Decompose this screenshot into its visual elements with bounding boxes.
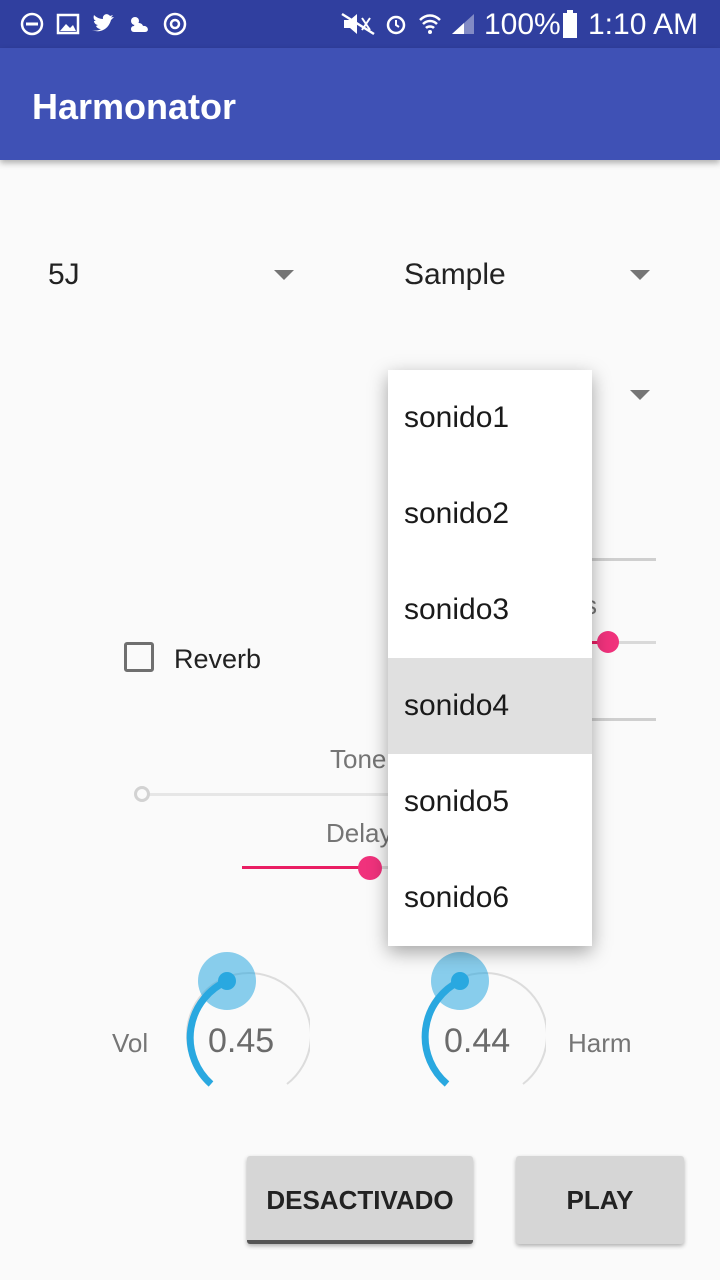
battery-percent: 100%: [484, 8, 561, 41]
reverb-label: Reverb: [174, 644, 262, 674]
chevron-down-icon: [274, 270, 294, 280]
dropdown-item-label: sonido3: [404, 593, 510, 626]
dropdown-item-label: sonido4: [404, 689, 510, 722]
weather-icon: [126, 12, 154, 41]
dropdown-item-label: sonido1: [404, 401, 510, 434]
chevron-down-icon[interactable]: [630, 390, 650, 400]
harm-knob-value: 0.44: [444, 1022, 511, 1060]
vol-knob-value: 0.45: [208, 1022, 275, 1060]
reverb-checkbox-row[interactable]: Reverb: [120, 640, 300, 680]
image-icon: [56, 12, 80, 41]
desactivado-button[interactable]: DESACTIVADO: [247, 1156, 473, 1244]
delay-label: Delay: [326, 818, 393, 848]
app-title: Harmonator: [32, 86, 237, 127]
hidden-slider-track-1[interactable]: [592, 558, 656, 561]
do-not-disturb-icon: [20, 12, 44, 41]
wifi-icon: [418, 12, 442, 41]
reverb-checkbox[interactable]: [124, 642, 154, 672]
hidden-slider-thumb[interactable]: [597, 631, 619, 653]
desactivado-button-label: DESACTIVADO: [266, 1185, 454, 1215]
dropdown-item-sonido5[interactable]: sonido5: [388, 754, 592, 850]
dropdown-item-sonido3[interactable]: sonido3: [388, 562, 592, 658]
dropdown-item-sonido4[interactable]: sonido4: [388, 658, 592, 754]
play-button-label: PLAY: [566, 1185, 634, 1215]
chevron-down-icon: [630, 270, 650, 280]
twitter-icon: [90, 12, 116, 41]
signal-icon: [450, 12, 476, 41]
play-button[interactable]: PLAY: [516, 1156, 684, 1244]
dropdown-item-label: sonido2: [404, 497, 510, 530]
tone-label: Tone: [330, 744, 387, 774]
mute-icon: [340, 12, 376, 41]
dropdown-item-sonido2[interactable]: sonido2: [388, 466, 592, 562]
vol-knob-label: Vol: [112, 1028, 149, 1058]
clock: 1:10 AM: [588, 8, 699, 41]
mode-spinner-value: Sample: [404, 258, 506, 291]
delay-slider-active-track: [242, 866, 370, 869]
dropdown-item-label: sonido6: [404, 881, 510, 914]
sound-dropdown-popup: sonido1 sonido2 sonido3 sonido4 sonido5 …: [388, 370, 592, 946]
alarm-icon: [384, 12, 408, 41]
delay-slider-thumb[interactable]: [358, 856, 382, 880]
vol-knob[interactable]: 0.45: [170, 950, 312, 1100]
dropdown-item-label: sonido5: [404, 785, 510, 818]
harm-knob-label: Harm: [568, 1028, 632, 1058]
battery-icon: [562, 10, 578, 43]
app-bar: Harmonator: [0, 48, 720, 160]
key-spinner-value: 5J: [48, 258, 80, 291]
chrome-icon: [163, 12, 187, 41]
key-spinner[interactable]: 5J: [32, 240, 312, 310]
tone-slider-track[interactable]: [142, 793, 388, 796]
harm-knob[interactable]: 0.44: [406, 950, 548, 1100]
status-bar: 100% 1:10 AM: [0, 0, 720, 48]
tone-slider-thumb[interactable]: [134, 786, 150, 802]
dropdown-item-sonido6[interactable]: sonido6: [388, 850, 592, 946]
mode-spinner[interactable]: Sample: [390, 240, 670, 310]
hidden-slider-track-3[interactable]: [592, 718, 656, 721]
dropdown-item-sonido1[interactable]: sonido1: [388, 370, 592, 466]
